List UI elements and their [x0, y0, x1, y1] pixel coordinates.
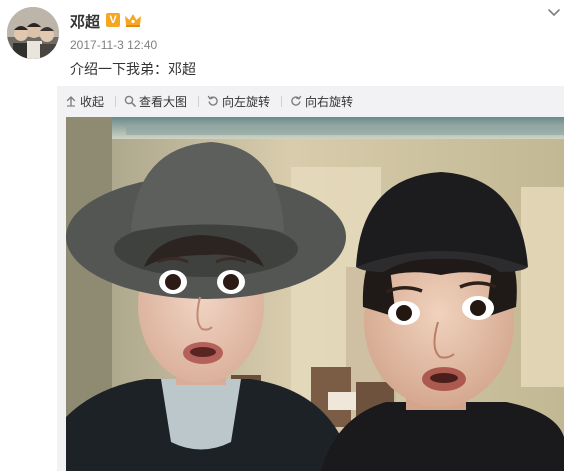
rotate-right-button[interactable]: 向右旋转: [290, 92, 353, 110]
view-large-label: 查看大图: [139, 94, 188, 109]
collapse-button[interactable]: 收起: [65, 92, 104, 110]
toolbar-divider: [281, 96, 282, 107]
rotate-right-label: 向右旋转: [305, 94, 354, 109]
post-timestamp[interactable]: 2017-11-3 12:40: [70, 38, 157, 52]
rotate-right-icon: [291, 95, 302, 106]
rotate-left-icon: [207, 95, 218, 106]
post-header: 邓超 V 2017-11-3 12:40 介绍一下我弟：邓超: [0, 0, 564, 86]
rotate-left-label: 向左旋转: [222, 94, 271, 109]
crown-icon[interactable]: [124, 12, 142, 28]
post-photo[interactable]: [66, 117, 564, 471]
view-large-button[interactable]: 查看大图: [124, 92, 187, 110]
avatar[interactable]: [7, 7, 59, 59]
chevron-down-icon[interactable]: [546, 6, 562, 20]
arrow-up-icon: [66, 96, 76, 107]
rotate-left-button[interactable]: 向左旋转: [207, 92, 270, 110]
toolbar-divider: [198, 96, 199, 107]
verified-v-badge: V: [106, 13, 120, 27]
collapse-label: 收起: [80, 94, 105, 109]
toolbar-divider: [115, 96, 116, 107]
post-text: 介绍一下我弟：邓超: [70, 61, 196, 77]
magnifier-icon: [124, 95, 136, 107]
avatar-image: [7, 7, 59, 59]
media-panel: 收起 查看大图 向左旋转 向右旋转: [57, 86, 564, 471]
media-toolbar: 收起 查看大图 向左旋转 向右旋转: [57, 86, 564, 116]
username[interactable]: 邓超: [70, 11, 100, 32]
selfie-photo: [66, 117, 564, 471]
